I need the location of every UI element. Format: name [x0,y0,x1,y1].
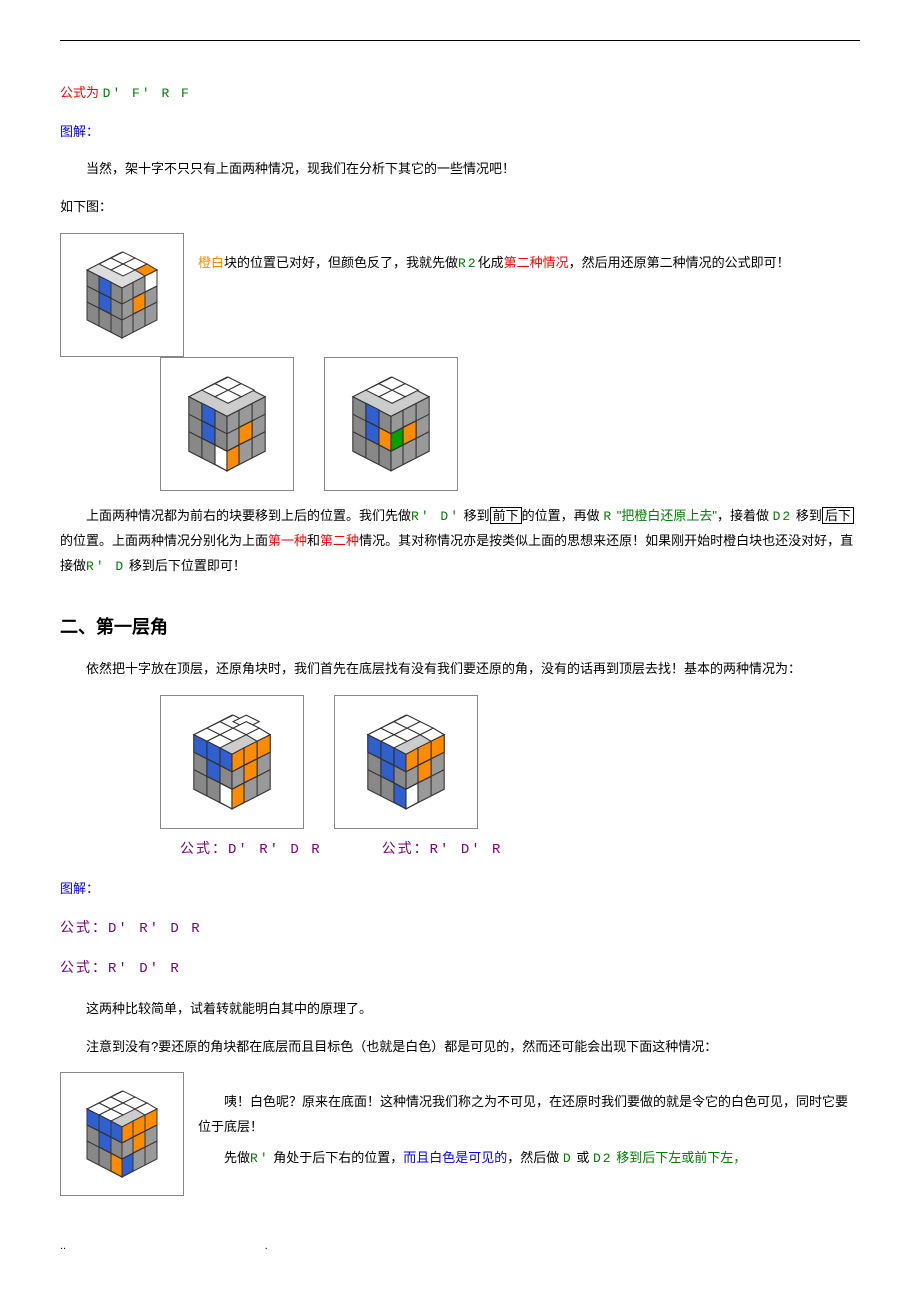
cube-svg-6 [67,1079,177,1189]
paragraph-4: 这两种比较简单，试着转就能明白其中的原理了。 [60,997,860,1022]
cube-svg-5 [341,702,471,822]
cube-col-1 [160,695,304,838]
cube-svg-1 [67,240,177,350]
section-2-title: 二、第一层角 [60,610,860,644]
formula-prefix: 公式为 [60,85,99,100]
cube-image-1 [60,233,184,357]
diagram-label: 图解： [60,120,860,145]
paragraph-5: 注意到没有?要还原的角块都在底层而且目标色（也就是白色）都是可见的，然而还可能会… [60,1035,860,1060]
cube-row-2: 咦！白色呢？原来在底面！这种情况我们称之为不可见，在还原时我们要做的就是令它的白… [60,1072,860,1196]
formula-2: 公式：R' D' R [382,837,503,864]
paragraph-1: 当然，架十字不只只有上面两种情况，现我们在分析下其它的一些情况吧！ [60,157,860,182]
paragraph-3: 依然把十字放在顶层，还原角块时，我们首先在底层找有没有我们要还原的角，没有的话再… [60,657,860,682]
paragraph-1b: 如下图： [60,195,860,220]
formula-line-1: 公式：D' R' D R [60,916,860,943]
formula-1: 公式：D' R' D R [180,837,322,864]
cube-image-2 [160,357,294,491]
paragraph-2: 上面两种情况都为前右的块要移到上后的位置。我们先做R' D' 移到前下的位置，再… [60,504,860,580]
cube-pair-2 [160,695,860,838]
cube-row-1: 橙白块的位置已对好，但颜色反了，我就先做R2化成第二种情况，然后用还原第二种情况… [60,233,860,357]
cube-col-2 [334,695,478,838]
cube-image-3 [324,357,458,491]
top-formula-line: 公式为 D' F' R F [60,81,860,107]
cube-image-6 [60,1072,184,1196]
page-top-divider [60,40,860,41]
cube-svg-2 [167,364,287,484]
page-footer-dots: ... [60,1236,860,1257]
formula-row: 公式：D' R' D R 公式：R' D' R [180,837,860,864]
cube-image-5 [334,695,478,829]
diagram-label-2: 图解： [60,877,860,902]
formula-text: D' F' R F [103,86,191,101]
formula-line-2: 公式：R' D' R [60,956,860,983]
cube-svg-3 [331,364,451,484]
cube-image-4 [160,695,304,829]
side-text-1: 橙白块的位置已对好，但颜色反了，我就先做R2化成第二种情况，然后用还原第二种情况… [198,233,860,277]
side-text-2: 咦！白色呢？原来在底面！这种情况我们称之为不可见，在还原时我们要做的就是令它的白… [198,1072,860,1171]
cube-pair-1 [160,357,860,491]
cube-svg-4 [167,702,297,822]
t-orange-white: 橙白 [198,255,224,270]
